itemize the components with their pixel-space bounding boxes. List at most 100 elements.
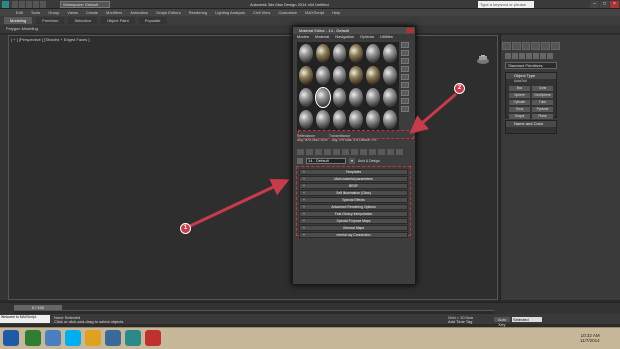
display-tab-icon[interactable] xyxy=(541,42,551,50)
sample-slot[interactable] xyxy=(366,44,381,63)
sample-slot[interactable] xyxy=(299,44,313,63)
sample-slot[interactable] xyxy=(299,66,313,85)
menu-item[interactable]: Graph Editors xyxy=(156,9,181,16)
menu-utilities[interactable]: Utilities xyxy=(380,34,393,40)
rollout-fast-glossy[interactable]: + Fast Glossy Interpolation xyxy=(299,211,408,217)
tab-freeform[interactable]: Freeform xyxy=(36,17,65,24)
sphere-button[interactable]: Sphere xyxy=(509,93,530,98)
open-icon[interactable] xyxy=(19,1,25,8)
primitive-category-select[interactable]: Standard Primitives xyxy=(505,62,557,69)
show-map-icon[interactable] xyxy=(369,149,376,155)
get-material-icon[interactable] xyxy=(297,149,304,155)
material-id-icon[interactable] xyxy=(360,149,367,155)
box-button[interactable]: Box xyxy=(509,86,530,91)
hierarchy-tab-icon[interactable] xyxy=(521,42,531,50)
sample-type-icon[interactable] xyxy=(401,42,409,48)
rollout-advanced-rendering[interactable]: + Advanced Rendering Options xyxy=(299,204,408,210)
menu-item[interactable]: Tools xyxy=(31,9,40,16)
plane-button[interactable]: Plane xyxy=(532,114,553,119)
minimize-button[interactable]: – xyxy=(590,1,599,8)
menu-item[interactable]: Group xyxy=(48,9,59,16)
rollout-templates[interactable]: + Templates xyxy=(299,169,408,175)
put-to-library-icon[interactable] xyxy=(351,149,358,155)
teapot-button[interactable]: Teapot xyxy=(509,114,530,119)
rollout-main-material-parameters[interactable]: + Main material parameters xyxy=(299,176,408,182)
material-type-button[interactable]: Arch & Design xyxy=(358,158,384,164)
viewcube-icon[interactable] xyxy=(474,55,492,65)
reset-map-icon[interactable] xyxy=(324,149,331,155)
cameras-icon[interactable] xyxy=(526,53,532,59)
chevron-down-icon[interactable]: ▾ xyxy=(349,157,355,164)
sample-slot[interactable] xyxy=(366,110,381,129)
sample-slot[interactable] xyxy=(366,66,381,85)
geometry-icon[interactable] xyxy=(505,53,511,59)
make-copy-icon[interactable] xyxy=(333,149,340,155)
sample-slot[interactable] xyxy=(383,110,397,129)
modify-tab-icon[interactable] xyxy=(511,42,521,50)
menu-navigation[interactable]: Navigation xyxy=(335,34,354,40)
rollout-mental-ray-connection[interactable]: + mental ray Connection xyxy=(299,232,408,238)
viewport-label[interactable]: [ + ] [Perspective ] [Shaded + Edged Fac… xyxy=(11,37,90,42)
system-clock[interactable]: 10:32 AM 11/7/2014 xyxy=(580,333,600,343)
sample-slot[interactable] xyxy=(332,44,347,63)
menu-item[interactable]: Views xyxy=(67,9,78,16)
tab-object-paint[interactable]: Object Paint xyxy=(100,17,135,24)
uv-tiling-icon[interactable] xyxy=(401,66,409,72)
3dsmax-taskbar-icon[interactable] xyxy=(125,330,141,346)
go-forward-icon[interactable] xyxy=(396,149,403,155)
make-preview-icon[interactable] xyxy=(401,82,409,88)
rollout-general-maps[interactable]: + General Maps xyxy=(299,225,408,231)
add-time-tag[interactable]: Add Time Tag xyxy=(448,319,472,324)
go-to-parent-icon[interactable] xyxy=(387,149,394,155)
make-unique-icon[interactable] xyxy=(342,149,349,155)
torus-button[interactable]: Torus xyxy=(509,107,530,112)
background-icon[interactable] xyxy=(401,58,409,64)
put-to-scene-icon[interactable] xyxy=(306,149,313,155)
perspective-viewport[interactable]: [ + ] [Perspective ] [Shaded + Edged Fac… xyxy=(8,35,498,300)
utilities-tab-icon[interactable] xyxy=(551,42,560,50)
menu-item[interactable]: Modifiers xyxy=(106,9,122,16)
pick-material-icon[interactable] xyxy=(297,157,303,164)
workspace-select[interactable]: Workspace: Default xyxy=(60,1,110,8)
sample-slot[interactable] xyxy=(349,66,364,85)
app-logo-icon[interactable] xyxy=(2,1,9,8)
redo-icon[interactable] xyxy=(40,1,46,8)
geosphere-button[interactable]: GeoSphere xyxy=(532,93,553,98)
menu-item[interactable]: Civil View xyxy=(253,9,270,16)
sample-slot[interactable] xyxy=(349,44,364,63)
undo-icon[interactable] xyxy=(33,1,39,8)
menu-item[interactable]: Help xyxy=(332,9,340,16)
video-color-check-icon[interactable] xyxy=(401,74,409,80)
explorer-icon[interactable] xyxy=(105,330,121,346)
app-taskbar-icon[interactable] xyxy=(145,330,161,346)
key-filter-select[interactable]: Selected xyxy=(512,317,542,322)
menu-modes[interactable]: Modes xyxy=(297,34,309,40)
rollout-special-effects[interactable]: + Special Effects xyxy=(299,197,408,203)
sample-slot[interactable] xyxy=(315,110,330,129)
search-input[interactable]: Type a keyword or phrase xyxy=(478,1,534,8)
sample-slot[interactable] xyxy=(332,110,347,129)
material-navigator-icon[interactable] xyxy=(401,106,409,112)
skype-icon[interactable] xyxy=(65,330,81,346)
menu-options[interactable]: Options xyxy=(360,34,374,40)
sample-slot-selected[interactable] xyxy=(314,87,331,108)
menu-item[interactable]: Customize xyxy=(278,9,297,16)
sample-slot[interactable] xyxy=(332,88,347,107)
app-taskbar-icon[interactable] xyxy=(45,330,61,346)
start-button-icon[interactable] xyxy=(3,330,19,346)
rollout-special-purpose-maps[interactable]: + Special Purpose Maps xyxy=(299,218,408,224)
space-warps-icon[interactable] xyxy=(540,53,546,59)
new-icon[interactable] xyxy=(12,1,18,8)
sample-slot[interactable] xyxy=(299,110,313,129)
save-icon[interactable] xyxy=(26,1,32,8)
systems-icon[interactable] xyxy=(547,53,553,59)
sample-slot[interactable] xyxy=(299,88,313,107)
select-by-material-icon[interactable] xyxy=(401,98,409,104)
cone-button[interactable]: Cone xyxy=(532,86,553,91)
sample-slot[interactable] xyxy=(332,66,347,85)
sample-slot[interactable] xyxy=(315,44,330,63)
close-button[interactable]: × xyxy=(610,1,619,8)
menu-material[interactable]: Material xyxy=(315,34,329,40)
sample-slot[interactable] xyxy=(383,44,397,63)
options-icon[interactable] xyxy=(401,90,409,96)
